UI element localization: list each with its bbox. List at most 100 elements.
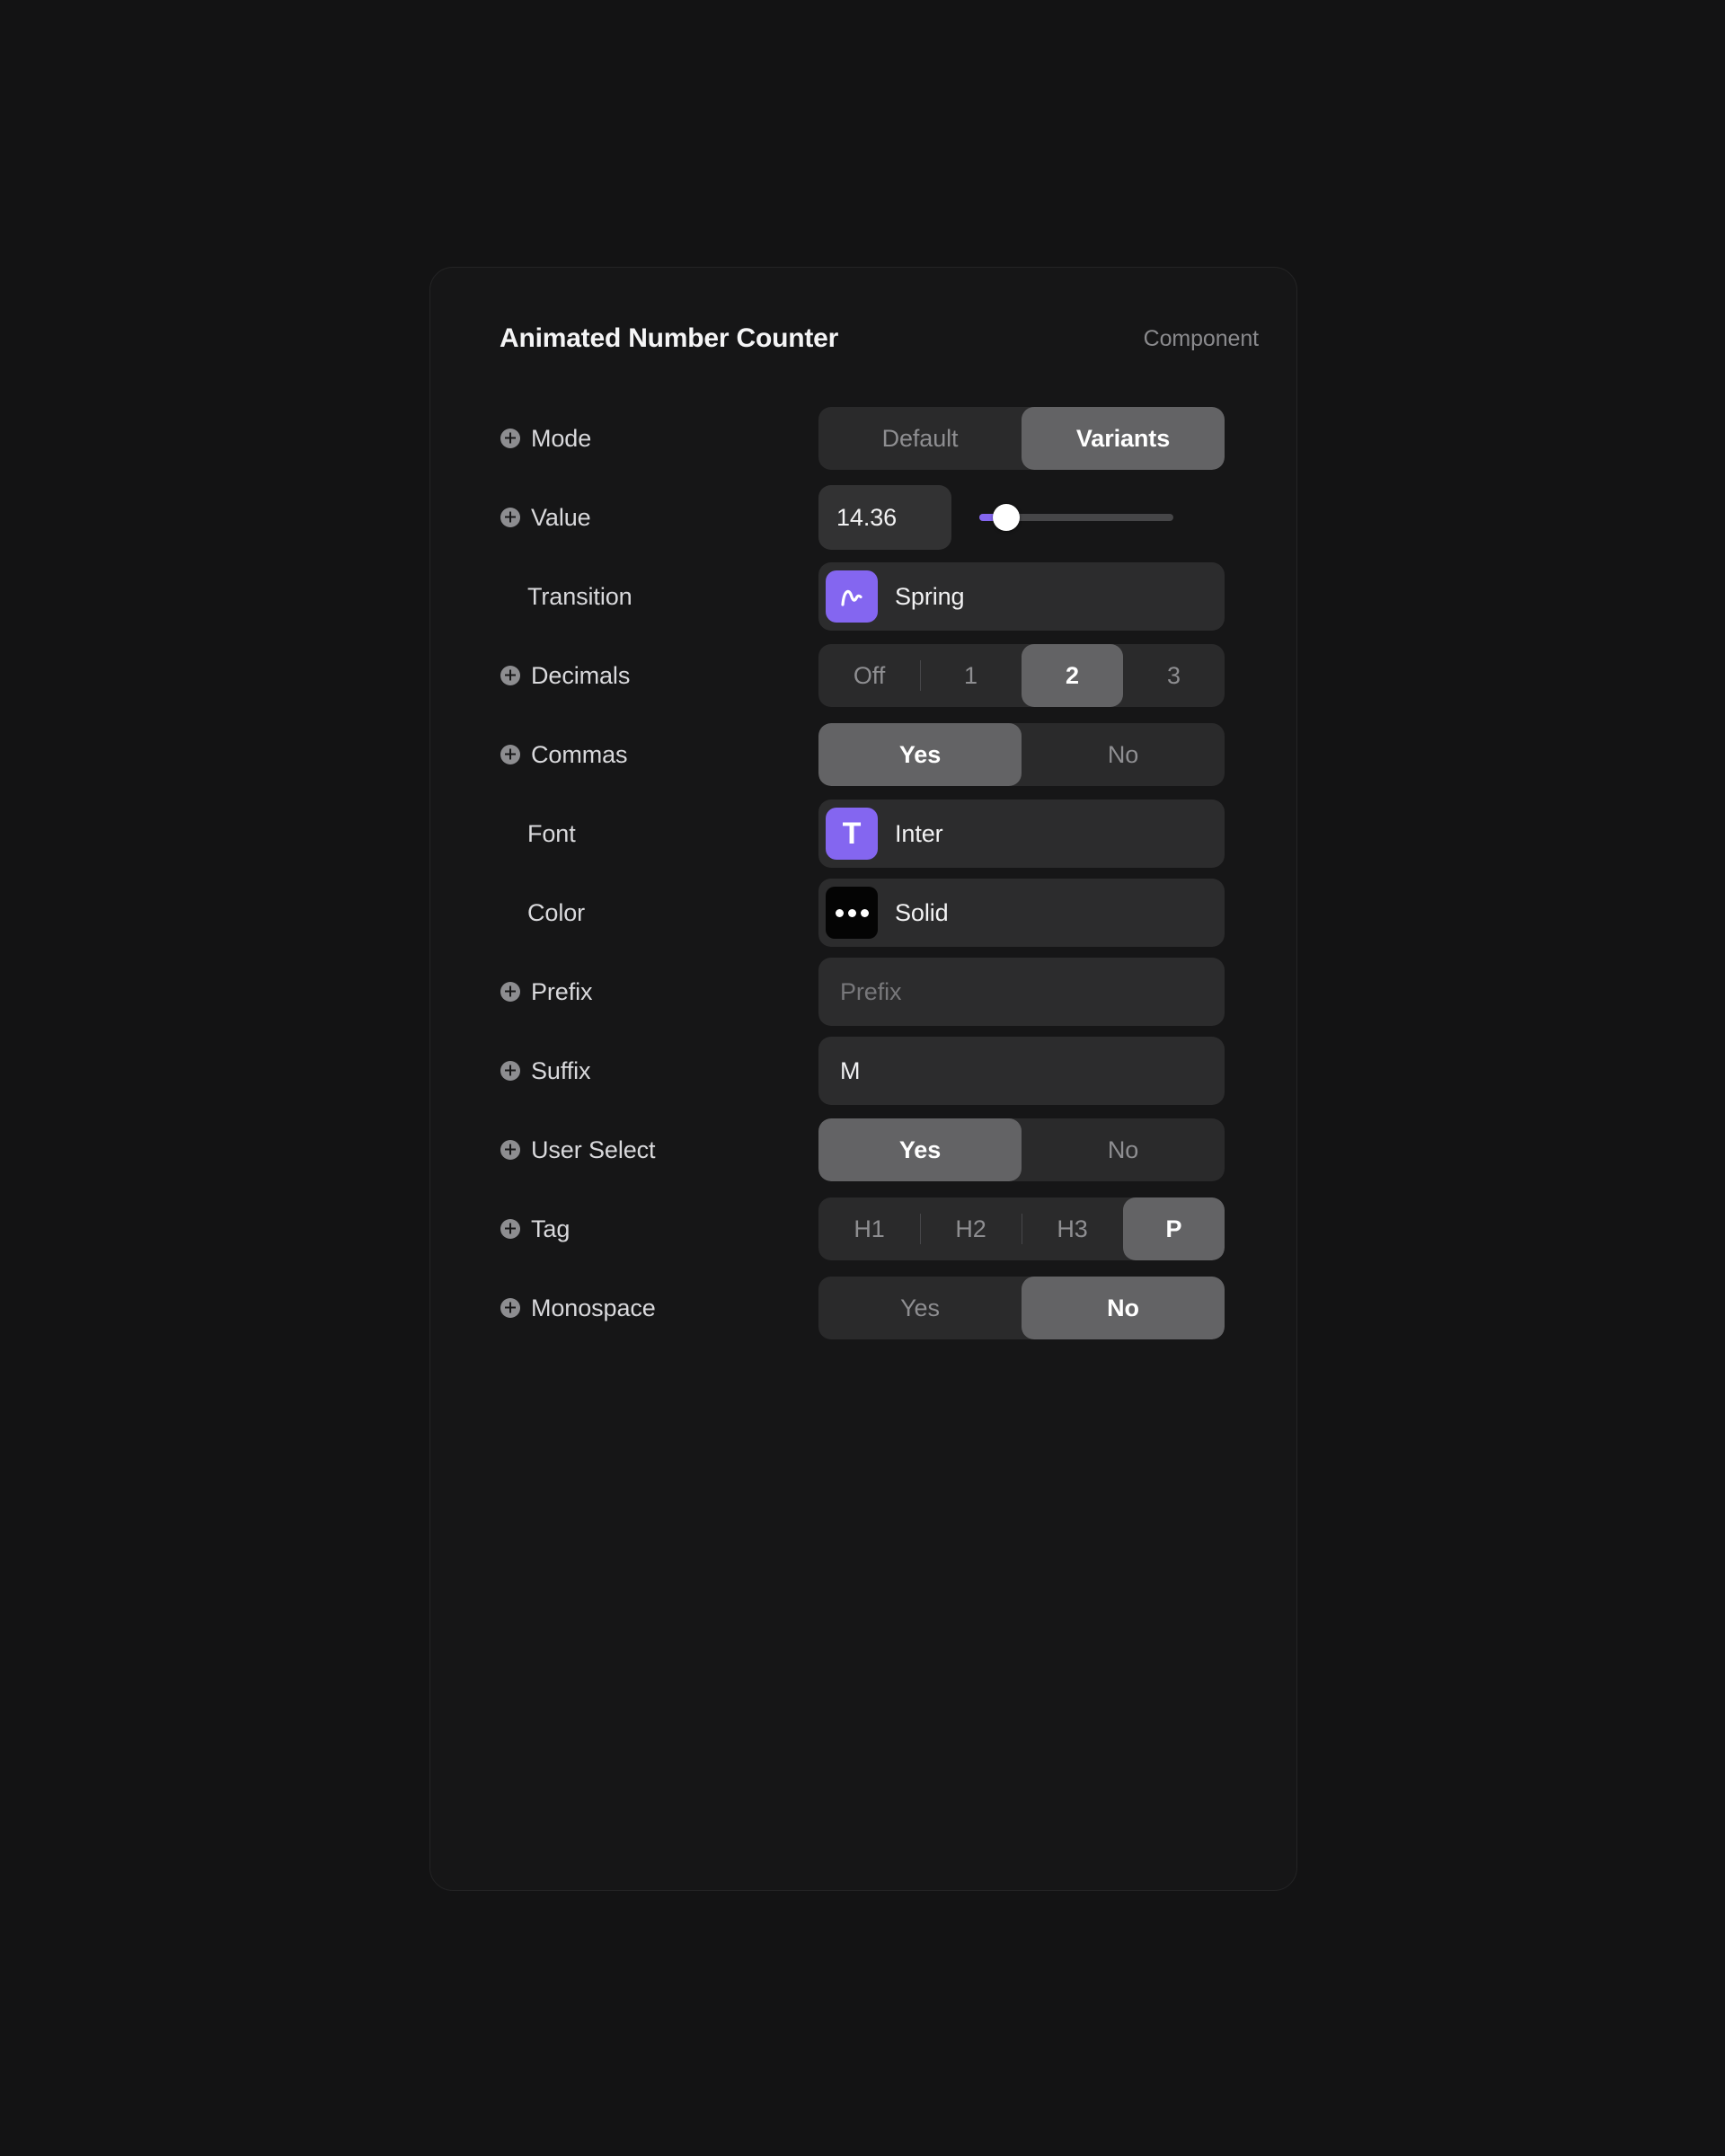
segment-p[interactable]: P — [1123, 1197, 1225, 1260]
monospace-segmented-control[interactable]: Yes No — [818, 1277, 1225, 1339]
segment-no[interactable]: No — [1022, 1277, 1225, 1339]
row-label-text: Value — [531, 503, 591, 531]
color-value: Solid — [895, 898, 949, 926]
property-row-mode: Mode Default Variants — [430, 399, 1296, 478]
suffix-value: M — [840, 1056, 861, 1084]
row-label-font: Font — [430, 820, 818, 848]
segment-h1[interactable]: H1 — [818, 1197, 920, 1260]
add-variable-icon[interactable] — [500, 1060, 521, 1082]
segment-yes[interactable]: Yes — [818, 1277, 1022, 1339]
row-control-tag: H1 H2 H3 P — [818, 1189, 1296, 1268]
row-label-text: Transition — [527, 582, 632, 610]
user-select-segmented-control[interactable]: Yes No — [818, 1118, 1225, 1181]
segment-h3[interactable]: H3 — [1022, 1197, 1123, 1260]
segment-yes[interactable]: Yes — [818, 1118, 1022, 1181]
row-label-text: Suffix — [531, 1056, 591, 1084]
add-variable-icon[interactable] — [500, 1139, 521, 1161]
add-variable-icon[interactable] — [500, 1297, 521, 1319]
property-row-value: Value 14.36 — [430, 478, 1296, 557]
row-control-mode: Default Variants — [818, 399, 1296, 478]
add-variable-icon[interactable] — [500, 981, 521, 1003]
row-label-transition: Transition — [430, 583, 818, 611]
property-row-monospace: Monospace Yes No — [430, 1268, 1296, 1348]
slider-thumb[interactable] — [993, 504, 1021, 531]
row-control-color: Solid — [818, 873, 1296, 952]
segment-2[interactable]: 2 — [1022, 644, 1123, 707]
row-label-text: Font — [527, 819, 576, 847]
row-label-text: Mode — [531, 424, 592, 452]
property-row-transition: Transition Spring — [430, 557, 1296, 636]
row-label-text: Tag — [531, 1215, 571, 1242]
segment-h2[interactable]: H2 — [920, 1197, 1022, 1260]
row-control-transition: Spring — [818, 557, 1296, 636]
font-picker[interactable]: T Inter — [818, 800, 1225, 868]
transition-picker[interactable]: Spring — [818, 562, 1225, 631]
segment-no[interactable]: No — [1022, 1118, 1225, 1181]
spring-curve-icon — [826, 570, 878, 623]
row-label-color: Color — [430, 899, 818, 927]
segment-1[interactable]: 1 — [920, 644, 1022, 707]
row-control-monospace: Yes No — [818, 1268, 1296, 1348]
row-control-prefix: Prefix — [818, 952, 1296, 1031]
component-kind-label: Component — [1143, 325, 1259, 351]
row-label-user-select: User Select — [430, 1136, 818, 1164]
segment-off[interactable]: Off — [818, 644, 920, 707]
segment-default[interactable]: Default — [818, 407, 1022, 470]
row-control-decimals: Off 1 2 3 — [818, 636, 1296, 715]
add-variable-icon[interactable] — [500, 744, 521, 765]
type-t-icon: T — [826, 808, 878, 860]
add-variable-icon[interactable] — [500, 1218, 521, 1240]
row-control-user-select: Yes No — [818, 1110, 1296, 1189]
decimals-segmented-control[interactable]: Off 1 2 3 — [818, 644, 1225, 707]
row-label-suffix: Suffix — [430, 1057, 818, 1085]
row-label-prefix: Prefix — [430, 978, 818, 1006]
property-row-tag: Tag H1 H2 H3 P — [430, 1189, 1296, 1268]
row-label-monospace: Monospace — [430, 1294, 818, 1322]
property-row-commas: Commas Yes No — [430, 715, 1296, 794]
value-number-input[interactable]: 14.36 — [818, 485, 951, 550]
property-rows: Mode Default Variants Value 14.36 Transi… — [430, 399, 1296, 1348]
segment-3[interactable]: 3 — [1123, 644, 1225, 707]
row-label-text: Commas — [531, 740, 628, 768]
prefix-placeholder: Prefix — [840, 977, 902, 1005]
row-control-commas: Yes No — [818, 715, 1296, 794]
row-label-text: User Select — [531, 1135, 656, 1163]
row-label-mode: Mode — [430, 425, 818, 453]
color-dots-icon — [826, 887, 878, 939]
property-row-user-select: User Select Yes No — [430, 1110, 1296, 1189]
row-label-text: Color — [527, 898, 586, 926]
row-label-text: Prefix — [531, 977, 593, 1005]
property-row-suffix: Suffix M — [430, 1031, 1296, 1110]
row-label-decimals: Decimals — [430, 662, 818, 690]
panel-header: Animated Number Counter Component — [430, 314, 1296, 363]
row-control-font: T Inter — [818, 794, 1296, 873]
row-label-commas: Commas — [430, 741, 818, 769]
row-label-text: Decimals — [531, 661, 631, 689]
row-label-text: Monospace — [531, 1294, 656, 1321]
row-label-tag: Tag — [430, 1215, 818, 1243]
segment-yes[interactable]: Yes — [818, 723, 1022, 786]
row-label-value: Value — [430, 504, 818, 532]
property-row-decimals: Decimals Off 1 2 3 — [430, 636, 1296, 715]
segment-variants[interactable]: Variants — [1022, 407, 1225, 470]
row-control-value: 14.36 — [818, 478, 1296, 557]
page-title: Animated Number Counter — [500, 323, 839, 353]
suffix-input[interactable]: M — [818, 1037, 1225, 1105]
mode-segmented-control[interactable]: Default Variants — [818, 407, 1225, 470]
property-row-color: Color Solid — [430, 873, 1296, 952]
add-variable-icon[interactable] — [500, 665, 521, 686]
commas-segmented-control[interactable]: Yes No — [818, 723, 1225, 786]
prefix-input[interactable]: Prefix — [818, 958, 1225, 1026]
property-row-prefix: Prefix Prefix — [430, 952, 1296, 1031]
add-variable-icon[interactable] — [500, 428, 521, 449]
segment-no[interactable]: No — [1022, 723, 1225, 786]
value-slider[interactable] — [979, 499, 1173, 535]
row-control-suffix: M — [818, 1031, 1296, 1110]
transition-value: Spring — [895, 582, 965, 610]
property-row-font: Font T Inter — [430, 794, 1296, 873]
tag-segmented-control[interactable]: H1 H2 H3 P — [818, 1197, 1225, 1260]
font-value: Inter — [895, 819, 943, 847]
color-picker[interactable]: Solid — [818, 879, 1225, 947]
add-variable-icon[interactable] — [500, 507, 521, 528]
component-properties-panel: Animated Number Counter Component Mode D… — [429, 267, 1297, 1891]
